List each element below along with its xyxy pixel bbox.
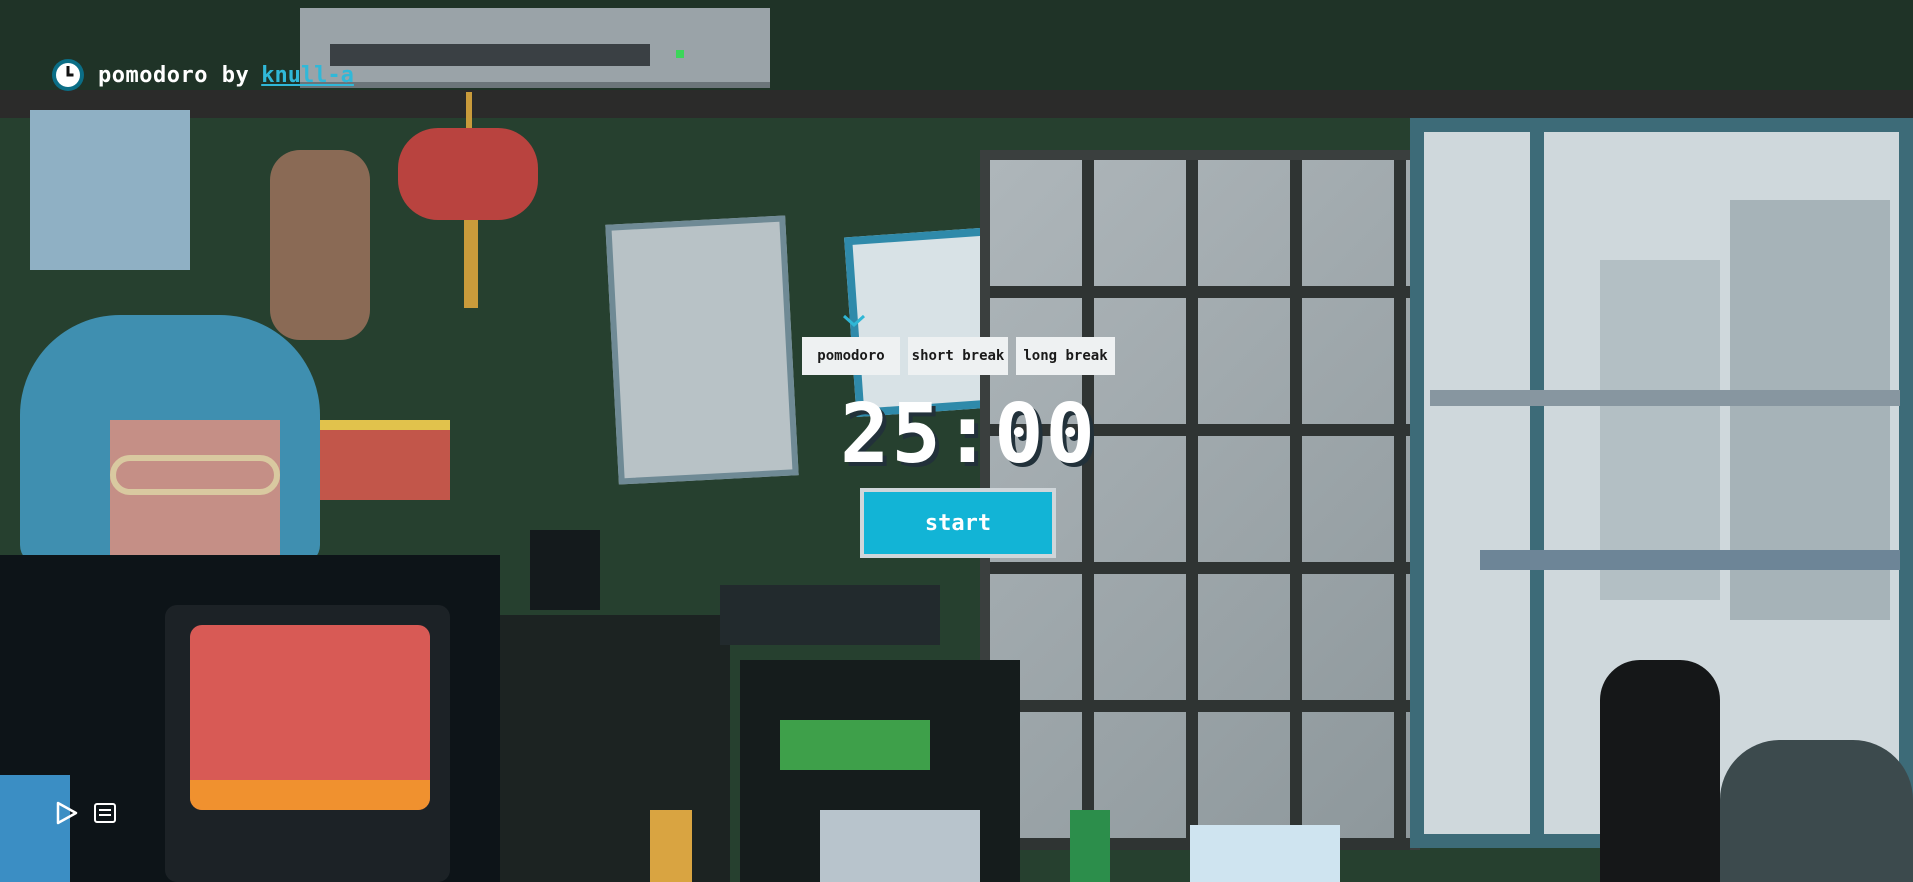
hanging-shirt <box>30 110 190 270</box>
left-device <box>0 775 70 882</box>
timer-display: 25:00 <box>840 387 1097 482</box>
black-cat <box>1600 660 1720 882</box>
app-title: pomodoro by <box>98 62 250 88</box>
lantern-string <box>466 92 472 132</box>
air-conditioner-led <box>676 50 684 58</box>
clock-icon <box>50 57 86 93</box>
ceiling-beam <box>0 90 1913 118</box>
character-glasses <box>110 455 280 495</box>
wall-calendar <box>605 215 799 485</box>
green-basket <box>780 720 930 770</box>
tv-screen-fire <box>190 780 430 810</box>
air-conditioner-vent <box>330 44 650 66</box>
tab-short-break[interactable]: short break <box>908 337 1008 375</box>
paper-lantern <box>398 128 538 220</box>
chevron-down-icon <box>842 313 866 328</box>
city-building <box>1600 260 1720 600</box>
mode-tabs: pomodoro short break long break <box>802 337 1115 375</box>
small-monitor <box>1190 825 1340 882</box>
play-icon[interactable] <box>52 799 80 827</box>
bottle <box>1070 810 1110 882</box>
balcony-rail <box>1430 390 1900 406</box>
bookshelf <box>500 615 730 882</box>
grey-cat <box>1720 740 1913 882</box>
plush-toy <box>270 150 370 340</box>
tab-long-break[interactable]: long break <box>1016 337 1115 375</box>
playlist-icon[interactable] <box>91 799 119 827</box>
laptop <box>820 810 980 882</box>
printer <box>720 585 940 645</box>
router <box>530 530 600 610</box>
window-mullion <box>1530 118 1544 848</box>
author-link[interactable]: knull-a <box>261 63 354 88</box>
book-stack <box>320 420 450 500</box>
bottle <box>650 810 692 882</box>
balcony-table <box>1480 550 1900 570</box>
lantern-tassel <box>464 220 478 308</box>
start-button[interactable]: start <box>860 488 1056 558</box>
app-header: pomodoro by knull-a <box>50 57 354 93</box>
tab-pomodoro[interactable]: pomodoro <box>802 337 900 375</box>
